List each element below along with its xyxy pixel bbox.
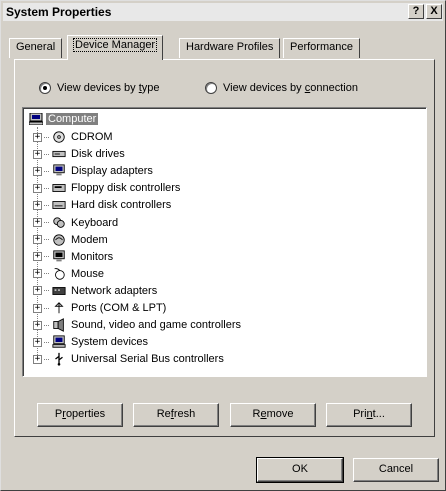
tree-item-label: Disk drives [71, 148, 125, 161]
tab-hardware-profiles[interactable]: Hardware Profiles [179, 38, 281, 58]
sound-icon [53, 318, 64, 332]
tree-connector [44, 222, 49, 223]
tree-connector [44, 290, 49, 292]
hard-disk-controller-icon [52, 201, 66, 210]
close-button[interactable]: X [426, 4, 442, 19]
tree-item[interactable]: + Network adapters [33, 283, 157, 299]
tree-connector [44, 307, 49, 309]
tree-item[interactable]: + Sound, video and game controllers [33, 317, 241, 333]
tree-connector [44, 187, 49, 189]
tree-item-label: Universal Serial Bus controllers [71, 353, 224, 366]
mouse-icon [54, 267, 65, 280]
tab-label: Hardware Profiles [186, 41, 274, 53]
tree-item[interactable]: + Keyboard [33, 215, 118, 231]
tree-item-label: Hard disk controllers [71, 199, 172, 212]
expand-icon[interactable]: + [33, 286, 42, 296]
floppy-controller-icon [52, 184, 66, 193]
monitor-icon [53, 250, 65, 262]
tree-root-label: Computer [46, 113, 99, 125]
title-bar[interactable]: System Properties ? X [3, 3, 443, 21]
tree-item[interactable]: + Disk drives [33, 146, 125, 162]
computer-icon [29, 113, 43, 125]
radio-view-by-connection[interactable]: View devices by connection [205, 80, 358, 96]
ok-button[interactable]: OK [256, 457, 344, 483]
tree-item-label: Keyboard [71, 216, 119, 229]
tree-root-computer[interactable]: Computer [29, 111, 99, 127]
system-devices-icon [52, 335, 66, 348]
tree-connector [44, 273, 49, 275]
keyboard-icon [53, 216, 65, 228]
expand-icon[interactable]: + [33, 166, 42, 176]
tree-item[interactable]: + Monitors [33, 249, 113, 265]
radio-label: View devices by type [57, 82, 160, 94]
expand-icon[interactable]: + [33, 252, 42, 262]
expand-icon[interactable]: + [33, 200, 42, 210]
radio-button[interactable] [205, 82, 217, 94]
radio-view-by-type[interactable]: View devices by type [39, 80, 160, 96]
window-title: System Properties [6, 5, 112, 19]
usb-icon [55, 353, 63, 366]
help-button[interactable]: ? [408, 4, 424, 19]
expand-icon[interactable]: + [33, 149, 42, 159]
display-adapter-icon [53, 164, 65, 176]
tree-item-label: Ports (COM & LPT) [71, 302, 167, 314]
tree-item-label: Modem [71, 233, 108, 246]
tab-device-manager[interactable]: Device Manager [67, 35, 164, 60]
expand-icon[interactable]: + [33, 303, 42, 313]
tree-item-label: CDROM [71, 131, 113, 143]
expand-icon[interactable]: + [33, 183, 42, 193]
radio-label: View devices by connection [223, 82, 358, 94]
tree-connector [44, 358, 49, 360]
tab-label: General [16, 41, 56, 53]
tree-item-label: Network adapters [71, 284, 158, 297]
tree-item[interactable]: + CDROM [33, 129, 113, 145]
tree-connector [44, 256, 49, 258]
cdrom-icon [53, 131, 65, 143]
disk-drive-icon [52, 151, 66, 158]
tab-performance[interactable]: Performance [283, 38, 360, 58]
tree-item-label: Sound, video and game controllers [71, 319, 241, 332]
tree-connector [44, 239, 49, 241]
tree-item-label: Mouse [71, 267, 105, 280]
expand-icon[interactable]: + [33, 218, 42, 227]
expand-icon[interactable]: + [33, 320, 42, 330]
expand-icon[interactable]: + [33, 354, 42, 364]
tree-connector [44, 204, 49, 206]
expand-icon[interactable]: + [33, 337, 42, 347]
tree-item-label: Floppy disk controllers [71, 182, 181, 195]
system-properties-window: System Properties ? X General Device Man… [0, 0, 446, 491]
tree-connector [44, 170, 49, 172]
tree-item[interactable]: + Mouse [33, 266, 104, 282]
tree-item[interactable]: + Modem [33, 232, 108, 248]
network-adapter-icon [52, 286, 66, 295]
ports-icon [54, 302, 64, 314]
expand-icon[interactable]: + [33, 269, 42, 279]
tree-connector [44, 136, 49, 138]
cancel-button[interactable]: Cancel [353, 458, 439, 482]
tree-connector [44, 324, 49, 326]
tree-item[interactable]: + System devices [33, 334, 148, 350]
tab-label: Performance [290, 41, 353, 53]
tab-label: Device Manager [72, 38, 158, 52]
tree-item-label: Monitors [71, 250, 114, 263]
tree-connector [44, 341, 49, 343]
tree-connector [44, 153, 49, 155]
tree-item[interactable]: + Floppy disk controllers [33, 180, 180, 196]
expand-icon[interactable]: + [33, 235, 42, 245]
tree-item-label: System devices [71, 336, 149, 349]
tree-item-label: Display adapters [71, 165, 153, 178]
radio-button-checked[interactable] [39, 82, 51, 94]
modem-icon [53, 233, 65, 246]
tree-item[interactable]: + Hard disk controllers [33, 197, 171, 213]
tree-item[interactable]: + Universal Serial Bus controllers [33, 351, 224, 367]
tab-general[interactable]: General [9, 38, 63, 58]
expand-icon[interactable]: + [33, 132, 42, 142]
device-tree[interactable]: Computer + CDROM + Disk drives + Display adap… [22, 107, 427, 377]
tree-item[interactable]: + Ports (COM & LPT) [33, 300, 166, 316]
tree-item[interactable]: + Display adapters [33, 163, 153, 179]
